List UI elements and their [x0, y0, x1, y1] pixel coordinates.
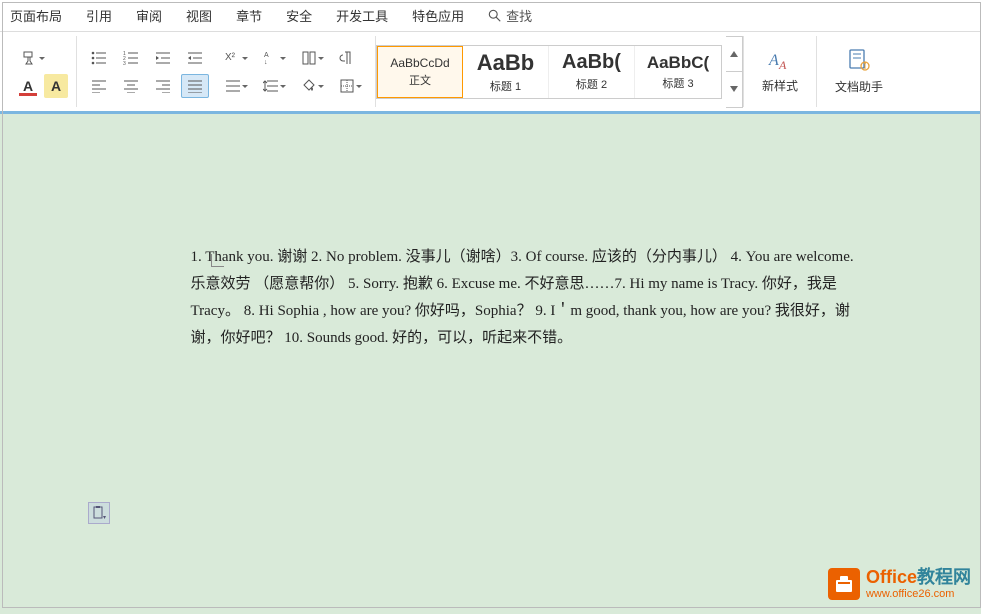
- paste-options-button[interactable]: [88, 502, 110, 524]
- numbering-button[interactable]: 123: [117, 46, 145, 70]
- tab-references[interactable]: 引用: [86, 4, 112, 27]
- snap-button[interactable]: [295, 46, 329, 70]
- tab-special[interactable]: 特色应用: [412, 4, 464, 27]
- gallery-scroll-up[interactable]: [726, 37, 742, 72]
- line-spacing-button[interactable]: [257, 74, 291, 98]
- style-heading3[interactable]: AaBbC( 标题 3: [635, 46, 721, 98]
- svg-text:↓: ↓: [264, 59, 268, 66]
- clipboard-icon: [92, 506, 106, 520]
- format-brush-button[interactable]: [16, 46, 50, 70]
- search-icon: [488, 9, 502, 23]
- document-helper-button[interactable]: 文档助手: [825, 44, 893, 99]
- style-heading1[interactable]: AaBb 标题 1: [463, 46, 549, 98]
- watermark-title: Office教程网: [866, 568, 971, 588]
- sort-button[interactable]: A↓: [257, 46, 291, 70]
- tab-page-layout[interactable]: 页面布局: [10, 4, 62, 27]
- tab-view[interactable]: 视图: [186, 4, 212, 27]
- borders-button[interactable]: [333, 74, 367, 98]
- font-color-button[interactable]: A: [16, 74, 40, 98]
- watermark-url: www.office26.com: [866, 588, 971, 600]
- watermark: Office教程网 www.office26.com: [828, 568, 971, 600]
- svg-text:A: A: [778, 58, 787, 72]
- style-heading2[interactable]: AaBb( 标题 2: [549, 46, 635, 98]
- increase-indent-button[interactable]: [181, 46, 209, 70]
- tab-chapter[interactable]: 章节: [236, 4, 262, 27]
- tab-review[interactable]: 审阅: [136, 4, 162, 27]
- svg-text:A: A: [264, 52, 269, 59]
- svg-text:A: A: [768, 52, 779, 69]
- align-right-button[interactable]: [149, 74, 177, 98]
- decrease-indent-button[interactable]: [149, 46, 177, 70]
- align-left-button[interactable]: [85, 74, 113, 98]
- svg-text:X²: X²: [225, 52, 236, 63]
- svg-text:3: 3: [123, 61, 126, 65]
- new-style-label: 新样式: [762, 77, 798, 94]
- search-label: 查找: [506, 6, 532, 25]
- style-normal[interactable]: AaBbCcDd 正文: [377, 46, 463, 98]
- distribute-button[interactable]: [219, 74, 253, 98]
- document-canvas[interactable]: 1. Thank you. 谢谢 2. No problem. 没事儿（谢啥）3…: [0, 114, 981, 614]
- style-gallery: AaBbCcDd 正文 AaBb 标题 1 AaBb( 标题 2 AaBbC( …: [376, 45, 722, 99]
- tab-security[interactable]: 安全: [286, 4, 312, 27]
- align-center-button[interactable]: [117, 74, 145, 98]
- gallery-expand[interactable]: [726, 72, 742, 107]
- document-page: 1. Thank you. 谢谢 2. No problem. 没事儿（谢啥）3…: [61, 144, 921, 402]
- shading-button[interactable]: [295, 74, 329, 98]
- new-style-button[interactable]: AA 新样式: [752, 43, 808, 100]
- text-direction-button[interactable]: X²: [219, 46, 253, 70]
- align-justify-button[interactable]: [181, 74, 209, 98]
- ribbon-toolbar: A A 123: [0, 32, 981, 114]
- show-marks-button[interactable]: [333, 46, 361, 70]
- ribbon-tabs: 页面布局 引用 审阅 视图 章节 安全 开发工具 特色应用 查找: [0, 0, 981, 32]
- search-box[interactable]: 查找: [488, 6, 532, 25]
- bullets-button[interactable]: [85, 46, 113, 70]
- tab-devtools[interactable]: 开发工具: [336, 4, 388, 27]
- watermark-icon: [828, 568, 860, 600]
- highlight-button[interactable]: A: [44, 74, 68, 98]
- document-text[interactable]: 1. Thank you. 谢谢 2. No problem. 没事儿（谢啥）3…: [191, 244, 871, 352]
- document-helper-label: 文档助手: [835, 78, 883, 95]
